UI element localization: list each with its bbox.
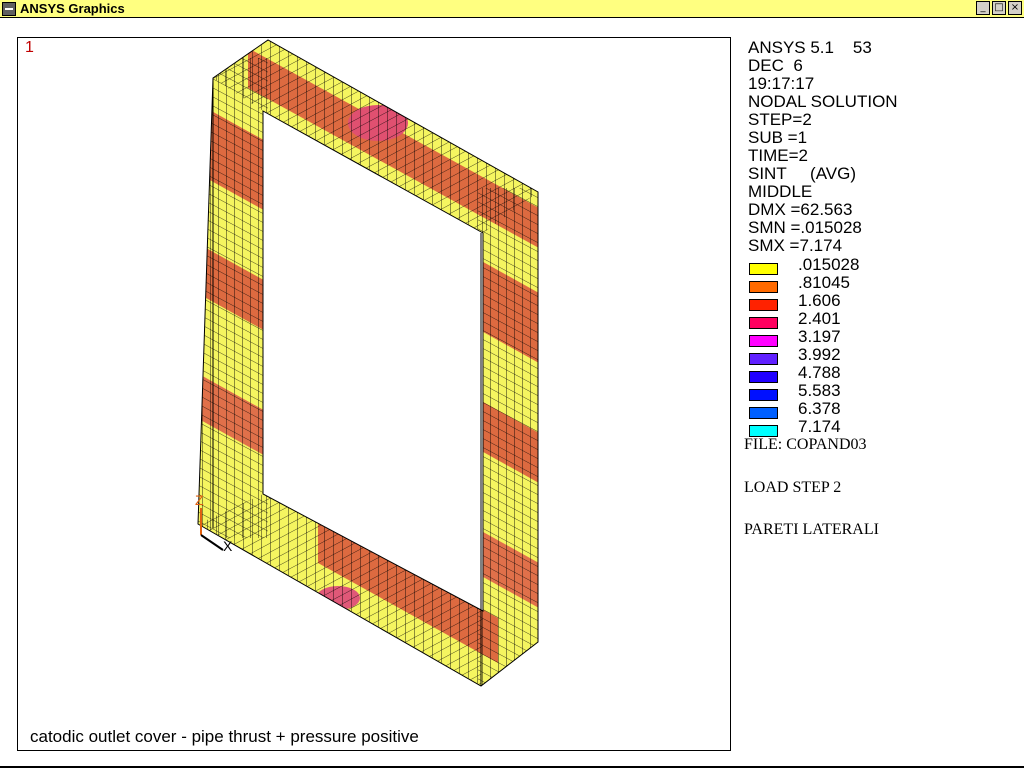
plot-title: PARETI LATERALI: [744, 521, 879, 538]
legend-value: 7.174: [798, 417, 841, 436]
graphics-viewport[interactable]: 1 Z X catodic outlet cover - pipe thrust…: [17, 37, 731, 751]
restore-button[interactable]: □: [992, 1, 1006, 15]
legend-row: 4.788: [748, 363, 1018, 383]
window-title: ANSYS Graphics: [20, 1, 125, 16]
info-panel: ANSYS 5.1 53 DEC 6 19:17:17 NODAL SOLUTI…: [748, 39, 1018, 437]
legend-value: 4.788: [798, 363, 841, 382]
triad-z-label: Z: [195, 492, 204, 508]
legend-row: 6.378: [748, 399, 1018, 419]
legend-value: .015028: [798, 255, 860, 274]
legend-row: 3.992: [748, 345, 1018, 365]
info-line: SMN =.015028: [748, 218, 862, 237]
legend-value: 2.401: [798, 309, 841, 328]
info-line: TIME=2: [748, 146, 808, 165]
contour-legend: .015028.81045 1.606 2.401 3.197 3.992 4.788 5.…: [748, 255, 1018, 437]
legend-value: 5.583: [798, 381, 841, 400]
fe-model-plot: Z X: [195, 39, 539, 687]
legend-row: 2.401: [748, 309, 1018, 329]
legend-value: 3.197: [798, 327, 841, 346]
legend-row: 5.583: [748, 381, 1018, 401]
info-line: DMX =62.563: [748, 200, 853, 219]
info-line: SINT (AVG): [748, 164, 856, 183]
load-step-label: LOAD STEP 2: [744, 479, 842, 496]
window-controls: _ □ ×: [976, 1, 1022, 15]
legend-value: .81045: [798, 273, 850, 292]
app-menu-icon[interactable]: [2, 1, 16, 16]
info-line: ANSYS 5.1 53: [748, 38, 872, 57]
close-button[interactable]: ×: [1008, 1, 1022, 15]
legend-row: 1.606: [748, 291, 1018, 311]
title-bar[interactable]: ANSYS Graphics _ □ ×: [0, 0, 1024, 18]
info-line: NODAL SOLUTION: [748, 92, 898, 111]
legend-value: 3.992: [798, 345, 841, 364]
info-line: MIDDLE: [748, 182, 813, 201]
legend-row: .81045: [748, 273, 1018, 293]
legend-value: 6.378: [798, 399, 841, 418]
solution-info: ANSYS 5.1 53 DEC 6 19:17:17 NODAL SOLUTI…: [748, 39, 1018, 255]
info-line: SMX =7.174: [748, 236, 843, 255]
triad-x-label: X: [223, 538, 233, 554]
info-line: STEP=2: [748, 110, 812, 129]
info-line: 19:17:17: [748, 74, 815, 93]
info-line: SUB =1: [748, 128, 808, 147]
legend-row: 7.174: [748, 417, 1018, 437]
plot-caption: catodic outlet cover - pipe thrust + pre…: [30, 727, 419, 746]
file-name: FILE: COPAND03: [744, 436, 867, 453]
info-line: DEC 6: [748, 56, 803, 75]
legend-row: 3.197: [748, 327, 1018, 347]
legend-value: 1.606: [798, 291, 841, 310]
minimize-button[interactable]: _: [976, 1, 990, 15]
legend-row: .015028: [748, 255, 1018, 275]
